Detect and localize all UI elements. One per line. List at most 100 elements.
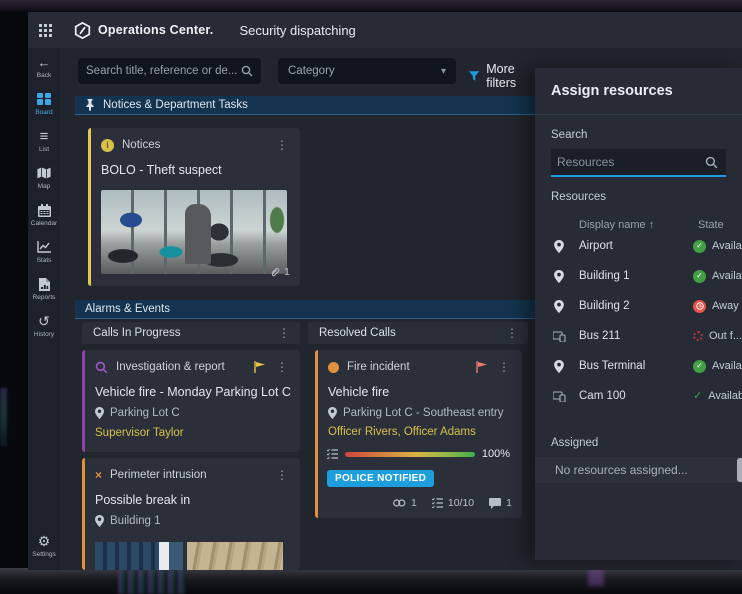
sidebar-item-settings[interactable]: ⚙ Settings — [28, 527, 60, 564]
card-meta-row: 1 10/10 1 — [393, 497, 512, 509]
fire-incident-icon — [328, 362, 339, 373]
resource-row-bus-terminal[interactable]: Bus Terminal ✓Available — [535, 351, 742, 381]
kebab-menu-icon[interactable]: ⋮ — [274, 360, 290, 374]
ambient-glow-bottom — [0, 568, 742, 594]
away-status-icon — [693, 300, 706, 313]
resources-search-box[interactable] — [551, 149, 726, 177]
sidebar-item-history[interactable]: ↺ History — [28, 307, 60, 344]
resource-row-airport[interactable]: Airport ✓Available — [535, 231, 742, 261]
search-box[interactable] — [78, 58, 261, 84]
assigned-empty-row: No resources assigned... — [535, 457, 742, 483]
alarms-section-header[interactable]: Alarms & Events — [75, 300, 535, 319]
card-location: Parking Lot C - Southeast entry — [343, 407, 503, 419]
sidebar-nav: ← Back Board ≡ List Map Calen — [28, 48, 60, 570]
kebab-menu-icon[interactable]: ⋮ — [504, 326, 520, 340]
column-header-resolved[interactable]: Resolved Calls ⋮ — [308, 322, 528, 344]
attachment-count: 1 — [411, 497, 417, 509]
ambient-glow-top — [0, 0, 742, 12]
intrusion-x-icon: × — [95, 468, 102, 482]
sidebar-item-stats[interactable]: Stats — [28, 233, 60, 270]
reports-icon — [39, 277, 50, 291]
app-logo[interactable]: Operations Center. — [74, 22, 213, 39]
progress-bar — [345, 452, 475, 457]
location-pin-icon — [95, 515, 104, 527]
location-pin-icon — [551, 300, 567, 313]
card-accent-edge — [82, 458, 85, 570]
evidence-photos[interactable] — [95, 542, 287, 570]
card-title: Vehicle fire — [315, 374, 522, 399]
evidence-photo[interactable] — [95, 542, 183, 570]
stats-icon — [37, 240, 51, 254]
app-window: Operations Center. Security dispatching … — [28, 12, 742, 570]
checklist-progress: 100% — [315, 438, 522, 460]
location-pin-icon — [328, 407, 337, 419]
calendar-icon — [38, 203, 51, 217]
resource-row-building-1[interactable]: Building 1 ✓Available — [535, 261, 742, 291]
card-title: BOLO - Theft suspect — [88, 152, 300, 177]
filter-funnel-icon — [469, 70, 479, 82]
checklist-icon — [327, 449, 338, 459]
suspect-photo[interactable] — [101, 190, 287, 274]
sidebar-item-list[interactable]: ≡ List — [28, 122, 60, 159]
call-card-investigation[interactable]: Investigation & report ⋮ Vehicle fire - … — [82, 350, 300, 452]
call-card-perimeter[interactable]: × Perimeter intrusion ⋮ Possible break i… — [82, 458, 300, 570]
sort-asc-icon: ↑ — [649, 219, 655, 231]
card-officers: Officer Rivers, Officer Adams — [315, 419, 522, 438]
list-icon: ≡ — [40, 129, 49, 143]
light-streak — [0, 388, 7, 446]
call-card-fire-incident[interactable]: Fire incident ⋮ Vehicle fire Parking Lot… — [315, 350, 522, 518]
flag-icon[interactable] — [254, 361, 266, 373]
board-icon — [37, 92, 51, 106]
panel-scrollbar-thumb[interactable] — [737, 458, 742, 482]
flag-icon[interactable] — [476, 361, 488, 373]
back-arrow-icon: ← — [38, 55, 51, 69]
checklist-count: 10/10 — [448, 497, 474, 509]
card-location: Building 1 — [110, 515, 161, 527]
chevron-down-icon: ▾ — [441, 66, 446, 77]
sidebar-item-reports[interactable]: Reports — [28, 270, 60, 307]
resource-row-cam-100[interactable]: Cam 100 ✓Available — [535, 381, 742, 411]
light-streak — [118, 570, 186, 594]
more-filters-button[interactable]: More filters — [469, 62, 535, 90]
card-accent-edge — [88, 128, 91, 286]
checklist-icon — [432, 498, 443, 508]
sidebar-item-board[interactable]: Board — [28, 85, 60, 122]
notice-card[interactable]: i Notices ⋮ BOLO - Theft suspect 1 — [88, 128, 300, 286]
card-type-label: Perimeter intrusion — [110, 469, 266, 481]
panel-header: Assign resources — [535, 68, 742, 115]
evidence-photo[interactable] — [187, 542, 283, 570]
pinned-section-header[interactable]: Notices & Department Tasks — [75, 96, 535, 115]
column-header-in-progress[interactable]: Calls In Progress ⋮ — [82, 322, 300, 344]
attachment-count: 1 — [284, 266, 290, 278]
location-pin-icon — [551, 360, 567, 373]
search-label: Search — [535, 115, 742, 141]
device-icon — [551, 331, 567, 342]
resources-search-input[interactable] — [557, 155, 705, 169]
resources-table-header: Display name ↑ State — [535, 203, 742, 231]
progress-value: 100% — [482, 448, 510, 460]
state-column-header: State — [698, 219, 742, 231]
category-dropdown[interactable]: Category ▾ — [278, 58, 456, 84]
search-input[interactable] — [86, 65, 241, 77]
resource-row-bus-211[interactable]: Bus 211 Out f... — [535, 321, 742, 351]
location-pin-icon — [95, 407, 104, 419]
kebab-menu-icon[interactable]: ⋮ — [274, 468, 290, 482]
sidebar-item-back[interactable]: ← Back — [28, 48, 60, 85]
sidebar-item-calendar[interactable]: Calendar — [28, 196, 60, 233]
app-launcher-icon[interactable] — [39, 24, 52, 37]
location-pin-icon — [551, 240, 567, 253]
kebab-menu-icon[interactable]: ⋮ — [496, 360, 512, 374]
comment-count: 1 — [506, 497, 512, 509]
light-streak — [588, 568, 604, 586]
sort-by-name[interactable]: Display name ↑ — [579, 219, 654, 231]
card-title: Vehicle fire - Monday Parking Lot C — [82, 374, 300, 399]
out-of-service-status-icon — [693, 331, 703, 341]
kebab-menu-icon[interactable]: ⋮ — [276, 326, 292, 340]
sidebar-item-map[interactable]: Map — [28, 159, 60, 196]
card-accent-edge — [82, 350, 85, 452]
attachment-icon — [393, 498, 406, 508]
logo-text: Operations Center. — [98, 23, 213, 37]
resource-row-building-2[interactable]: Building 2 Away — [535, 291, 742, 321]
panel-title: Assign resources — [551, 83, 673, 99]
kebab-menu-icon[interactable]: ⋮ — [274, 138, 290, 152]
